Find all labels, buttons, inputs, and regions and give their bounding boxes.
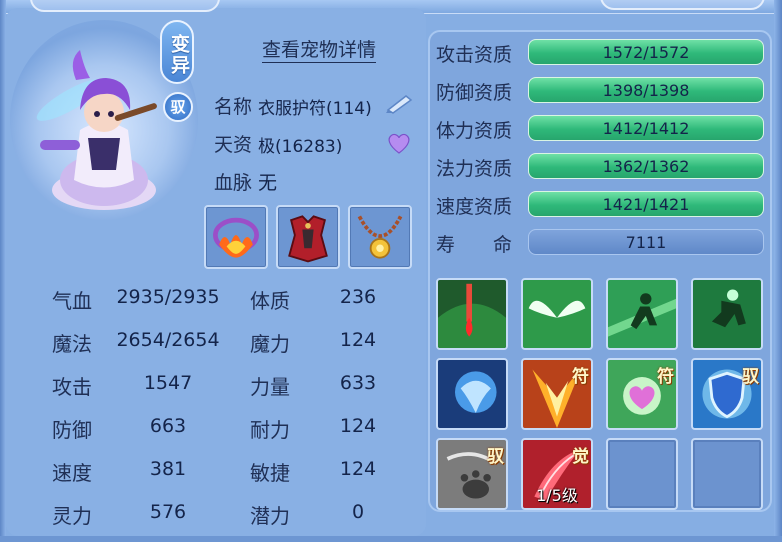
- heart-icon[interactable]: [386, 132, 412, 154]
- window-bottom-border: [0, 536, 782, 542]
- stat-label-defense: 防御: [52, 418, 92, 442]
- attr-label-magic: 魔力: [250, 332, 290, 356]
- lifespan-label: 寿 命: [436, 234, 513, 256]
- skill-tag-bind: 驭: [742, 367, 759, 387]
- skill-tag-talisman: 符: [657, 367, 674, 387]
- edit-name-icon[interactable]: [384, 92, 414, 114]
- skill-slot-empty-2[interactable]: [691, 438, 763, 510]
- attr-value-endurance: 124: [339, 415, 377, 437]
- skill-tag-awaken: 觉: [572, 447, 589, 467]
- stat-label-attack: 攻击: [52, 375, 92, 399]
- attr-value-agility: 124: [339, 458, 377, 480]
- dash-runner-skill-icon: [608, 280, 676, 348]
- attr-label-potential: 潜力: [250, 504, 290, 528]
- attr-label-endurance: 耐力: [250, 418, 290, 442]
- aptitude-label-stamina: 体力资质: [436, 120, 513, 142]
- blood-drop-skill-icon: [438, 280, 506, 348]
- stat-value-defense: 663: [149, 415, 187, 437]
- aptitude-bar-mana: 1362/1362: [528, 153, 764, 179]
- window-right-border: [774, 0, 782, 542]
- bloodline-value: 无: [258, 172, 278, 194]
- skill-slot-9[interactable]: 驭: [436, 438, 508, 510]
- aptitude-bar-stamina: 1412/1412: [528, 115, 764, 141]
- leaping-fighter-skill-icon: [693, 280, 761, 348]
- mutation-button[interactable]: 变异: [160, 20, 194, 84]
- aptitude-label-attack: 攻击资质: [436, 44, 513, 66]
- aptitude-bar-defense: 1398/1398: [528, 77, 764, 103]
- attr-value-magic: 124: [339, 329, 377, 351]
- stat-value-mp: 2654/2654: [116, 329, 220, 351]
- equipment-slot-1[interactable]: [204, 205, 268, 269]
- name-value: 衣服护符(114): [258, 99, 372, 119]
- gold-pendant-icon: [357, 215, 403, 259]
- skill-slot-empty-1[interactable]: [606, 438, 678, 510]
- skill-slot-7[interactable]: 符: [606, 358, 678, 430]
- stat-value-attack: 1547: [143, 372, 193, 394]
- skill-slot-10[interactable]: 觉 1/5级: [521, 438, 593, 510]
- bind-badge[interactable]: 驭: [163, 92, 193, 122]
- aptitude-label-defense: 防御资质: [436, 82, 513, 104]
- skill-slot-6[interactable]: 符: [521, 358, 593, 430]
- flame-necklace-icon: [213, 217, 259, 258]
- skill-slot-1[interactable]: [436, 278, 508, 350]
- skill-slot-8[interactable]: 驭: [691, 358, 763, 430]
- bloodline-label: 血脉: [214, 172, 253, 194]
- skill-slot-3[interactable]: [606, 278, 678, 350]
- skill-slot-5[interactable]: [436, 358, 508, 430]
- stat-value-hp: 2935/2935: [116, 286, 220, 308]
- attr-value-potential: 0: [351, 501, 365, 523]
- aptitude-bar-speed: 1421/1421: [528, 191, 764, 217]
- red-armor-icon: [288, 215, 328, 263]
- attr-label-constitution: 体质: [250, 289, 290, 313]
- stat-value-speed: 381: [149, 458, 187, 480]
- lifespan-bar: 7111: [528, 229, 764, 255]
- skill-slot-4[interactable]: [691, 278, 763, 350]
- equipment-slot-2[interactable]: [276, 205, 340, 269]
- white-wings-skill-icon: [523, 280, 591, 348]
- skill-level: 1/5级: [536, 486, 578, 505]
- attr-value-constitution: 236: [339, 286, 377, 308]
- stat-label-mp: 魔法: [52, 332, 92, 356]
- attr-label-agility: 敏捷: [250, 461, 290, 485]
- top-tab-left[interactable]: [30, 0, 220, 12]
- aptitude-label-mana: 法力资质: [436, 158, 513, 180]
- aptitude-label-speed: 速度资质: [436, 196, 513, 218]
- skill-tag-talisman: 符: [572, 367, 589, 387]
- view-pet-details-link[interactable]: 查看宠物详情: [262, 38, 377, 63]
- attr-label-strength: 力量: [250, 375, 290, 399]
- skill-slot-2[interactable]: [521, 278, 593, 350]
- stat-label-spirit: 灵力: [52, 504, 92, 528]
- stat-label-hp: 气血: [52, 289, 92, 313]
- talent-value: 极(16283): [258, 137, 343, 157]
- ice-beast-skill-icon: [438, 360, 506, 428]
- stat-label-speed: 速度: [52, 461, 92, 485]
- name-label: 名称: [214, 96, 253, 118]
- equipment-slot-3[interactable]: [348, 205, 412, 269]
- attr-value-strength: 633: [339, 372, 377, 394]
- skill-tag-bind: 驭: [487, 447, 504, 467]
- talent-label: 天资: [214, 134, 253, 156]
- top-tab-right[interactable]: [600, 0, 765, 10]
- stat-value-spirit: 576: [149, 501, 187, 523]
- aptitude-bar-attack: 1572/1572: [528, 39, 764, 65]
